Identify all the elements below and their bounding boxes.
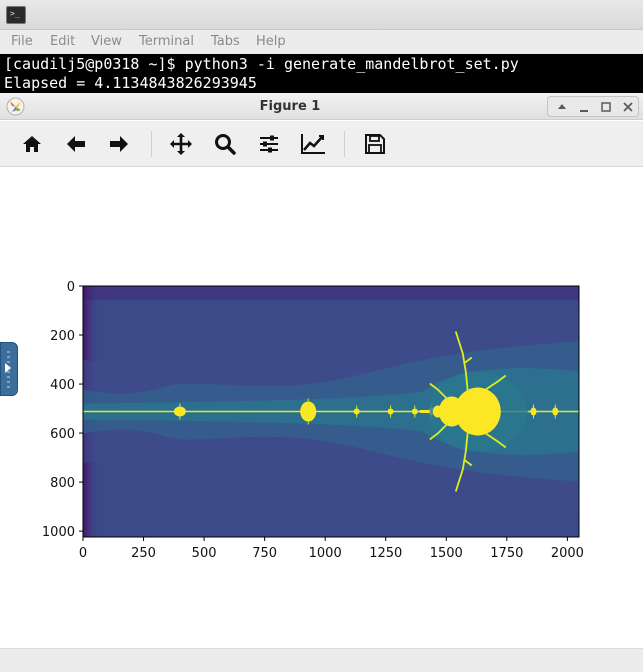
expand-arrow-icon <box>5 363 11 373</box>
y-tick-label: 400 <box>50 378 75 393</box>
toolbar-separator <box>344 131 345 157</box>
terminal-output-line: Elapsed = 4.1134843826293945 <box>4 74 257 92</box>
y-tick-label: 200 <box>50 329 75 344</box>
zoom-icon <box>215 134 236 155</box>
y-tick-label: 1000 <box>42 525 75 540</box>
back-button[interactable] <box>61 129 91 159</box>
status-bar <box>0 648 643 672</box>
menu-edit[interactable]: Edit <box>50 34 75 49</box>
window-controls <box>547 96 639 117</box>
y-tick-label: 0 <box>67 280 75 295</box>
figure-toolbar <box>0 121 643 167</box>
terminal-output[interactable]: [caudilj5@p0318 ~]$ python3 -i generate_… <box>0 54 643 94</box>
chart-svg[interactable]: 0 250 500 750 1000 1250 1500 1750 2000 0 200 400 600… <box>0 168 643 672</box>
save-icon <box>365 134 385 154</box>
back-arrow-icon <box>67 136 85 152</box>
x-tick-label: 1500 <box>430 546 463 561</box>
terminal-menubar: File Edit View Terminal Tabs Help <box>0 30 643 54</box>
pan-button[interactable] <box>166 129 196 159</box>
heatmap-top-shade <box>83 286 579 300</box>
x-tick-label: 0 <box>79 546 87 561</box>
x-tick-label: 1750 <box>490 546 523 561</box>
heatmap-image <box>83 286 579 537</box>
side-panel-handle[interactable] <box>0 342 18 396</box>
terminal-icon: >_ <box>6 6 26 24</box>
y-tick-label: 800 <box>50 476 75 491</box>
shade-button[interactable] <box>554 99 570 115</box>
edit-axis-icon <box>301 134 325 154</box>
menu-file[interactable]: File <box>11 34 33 49</box>
figure-title: Figure 1 <box>259 99 321 114</box>
menu-terminal[interactable]: Terminal <box>139 34 194 49</box>
toolbar-separator <box>151 131 152 157</box>
caret-up-icon <box>558 104 566 109</box>
forward-button[interactable] <box>104 129 134 159</box>
home-icon <box>23 136 41 152</box>
heatmap-small-bulb <box>432 405 443 418</box>
menu-tabs[interactable]: Tabs <box>211 34 240 49</box>
x-tick-label: 2000 <box>551 546 584 561</box>
close-icon <box>623 102 633 112</box>
save-button[interactable] <box>360 129 390 159</box>
close-button[interactable] <box>620 99 636 115</box>
home-button[interactable] <box>17 129 47 159</box>
terminal-command-line: [caudilj5@p0318 ~]$ python3 -i generate_… <box>4 55 519 73</box>
figure-canvas[interactable]: 0 250 500 750 1000 1250 1500 1750 2000 0 200 400 600… <box>0 168 643 672</box>
y-tick-label: 600 <box>50 427 75 442</box>
maximize-button[interactable] <box>598 99 614 115</box>
figure-titlebar: Figure 1 <box>0 93 643 120</box>
maximize-icon <box>601 102 611 112</box>
minimize-button[interactable] <box>576 99 592 115</box>
x-tick-label: 750 <box>252 546 277 561</box>
forward-arrow-icon <box>110 136 128 152</box>
configure-subplots-button[interactable] <box>254 129 284 159</box>
x-tick-label: 1000 <box>309 546 342 561</box>
configure-subplots-icon <box>260 135 278 153</box>
terminal-titlebar: >_ <box>0 0 643 30</box>
edit-axis-button[interactable] <box>298 129 328 159</box>
menu-help[interactable]: Help <box>256 34 286 49</box>
minimize-icon <box>580 110 588 112</box>
desktop: >_ File Edit View Terminal Tabs Help [ca… <box>0 0 643 672</box>
x-tick-label: 1250 <box>369 546 402 561</box>
zoom-button[interactable] <box>210 129 240 159</box>
x-tick-label: 250 <box>131 546 156 561</box>
figure-window: Figure 1 0 250 500 750 1000 1250 1500 17… <box>0 93 643 672</box>
menu-view[interactable]: View <box>91 34 122 49</box>
pan-icon <box>170 133 192 155</box>
x-tick-label: 500 <box>192 546 217 561</box>
